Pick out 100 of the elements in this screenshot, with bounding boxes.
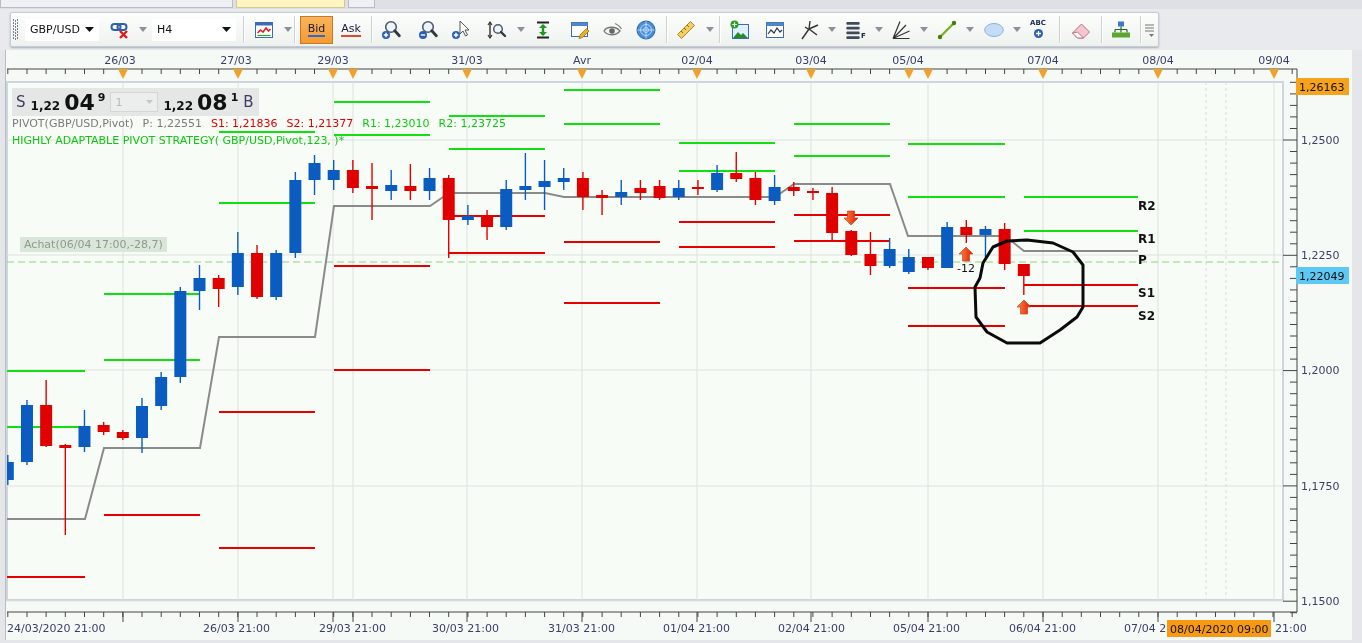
- candle: [806, 187, 819, 201]
- level-label: S1: [1138, 286, 1155, 300]
- globe-icon[interactable]: [636, 19, 656, 40]
- support-value: S2: 1,21377: [286, 118, 354, 130]
- trade-label: Achat(06/04 17:00,-28,7): [20, 237, 167, 252]
- candle: [461, 204, 474, 226]
- signal-label: -12: [957, 262, 975, 275]
- ask-button[interactable]: Ask: [337, 15, 365, 44]
- candle: [960, 219, 973, 244]
- level-label: S2: [1138, 309, 1155, 323]
- candle: [576, 171, 589, 211]
- candle: [672, 179, 685, 201]
- candle: [921, 256, 934, 271]
- marker-icon: [1269, 69, 1279, 79]
- candle: [711, 164, 724, 193]
- window-edit-icon[interactable]: [570, 19, 590, 40]
- candle: [596, 189, 609, 216]
- marker-icon: [577, 69, 587, 79]
- up-arrow-icon: [958, 246, 974, 262]
- candle: [730, 151, 743, 183]
- candle: [346, 159, 359, 194]
- candle: [864, 231, 877, 276]
- plus-icon: [1033, 28, 1043, 38]
- time-label: 01/04 21:00: [663, 622, 730, 635]
- candle: [691, 179, 704, 196]
- candle: [557, 167, 570, 191]
- price-badge: 1,26163: [1296, 78, 1349, 95]
- zoom-range-icon[interactable]: [487, 19, 507, 40]
- candle: [40, 379, 53, 448]
- candle: [500, 179, 513, 231]
- level-label: P: [1138, 253, 1147, 267]
- candle: [423, 167, 436, 201]
- date-label: 03/04: [795, 54, 827, 67]
- price-label: 1,2500: [1301, 134, 1340, 147]
- candle: [116, 429, 129, 441]
- price-label: 1,1750: [1301, 480, 1340, 493]
- line-chart-icon[interactable]: [254, 19, 274, 40]
- level-label: R1: [1138, 232, 1156, 246]
- resistance-value: R2: 1,23725: [438, 118, 506, 130]
- candle: [902, 248, 915, 275]
- candle: [653, 179, 666, 201]
- candle: [787, 181, 800, 197]
- time-label: 21:00: [1275, 622, 1307, 635]
- resistance-value: R1: 1,23010: [362, 118, 430, 130]
- time-label: 05/04 21:00: [893, 622, 960, 635]
- date-label: 07/04: [1027, 54, 1059, 67]
- symbol-dropdown[interactable]: GBP/USD: [25, 18, 99, 41]
- date-label: 08/04: [1142, 54, 1174, 67]
- timeframe-dropdown[interactable]: H4: [152, 18, 236, 41]
- candle: [270, 249, 283, 301]
- date-label: Avr: [573, 54, 591, 67]
- picture-plus-icon[interactable]: [730, 19, 750, 40]
- chart-window-icon[interactable]: [765, 19, 785, 40]
- candle: [78, 409, 91, 453]
- candle: [845, 229, 858, 257]
- time-label: 30/03 21:00: [432, 622, 499, 635]
- candle: [385, 169, 398, 201]
- caret-icon[interactable]: [222, 27, 231, 32]
- bid-button[interactable]: Bid: [300, 15, 333, 44]
- candle: [193, 264, 206, 311]
- candle: [768, 174, 781, 206]
- candle: [519, 152, 532, 201]
- pitchfork-icon[interactable]: [800, 19, 820, 40]
- candle: [366, 162, 379, 221]
- candle: [404, 163, 417, 201]
- candle: [481, 209, 494, 241]
- marker-icon: [1038, 69, 1048, 79]
- stacked-lines-icon: [846, 20, 860, 40]
- cursor-plus-icon[interactable]: [451, 19, 471, 40]
- ruler-icon[interactable]: [676, 19, 696, 40]
- caret-icon[interactable]: [85, 27, 94, 32]
- candle: [97, 421, 110, 436]
- buy-label: B: [243, 93, 254, 111]
- hierarchy-icon[interactable]: [1111, 19, 1131, 40]
- marker-icon: [923, 69, 933, 79]
- time-badge: 08/04/2020 09:00: [1167, 620, 1271, 637]
- price-label: 1,2000: [1301, 364, 1340, 377]
- price-label: 1,2250: [1301, 249, 1340, 262]
- zoom-in-icon[interactable]: [381, 19, 401, 40]
- strategy-label: HIGHLY ADAPTABLE PIVOT STRATEGY( GBP/USD,Pivot,123, )*: [12, 134, 345, 147]
- price-label: 1,1500: [1301, 595, 1340, 608]
- up-arrow-icon: [1016, 299, 1032, 315]
- grip-icon[interactable]: [13, 18, 18, 41]
- time-label: 26/03 21:00: [203, 622, 270, 635]
- level-label: R2: [1138, 199, 1156, 213]
- zoom-out-icon[interactable]: [418, 19, 438, 40]
- marker-icon: [118, 69, 128, 79]
- indicator-name: PIVOT(GBP/USD,Pivot): [12, 118, 134, 130]
- fan-lines-icon[interactable]: [891, 19, 911, 40]
- marker-icon: [806, 69, 816, 79]
- candle: [998, 222, 1011, 271]
- time-label: 29/03 21:00: [319, 622, 386, 635]
- time-label: 07/04 2: [1124, 622, 1167, 635]
- candle: [212, 274, 225, 308]
- marker-icon: [233, 69, 243, 79]
- candle: [538, 159, 551, 211]
- marker-icon: [328, 69, 338, 79]
- candle: [941, 221, 954, 269]
- line-segment-icon[interactable]: [937, 19, 957, 40]
- support-value: S1: 1,21836: [210, 118, 278, 130]
